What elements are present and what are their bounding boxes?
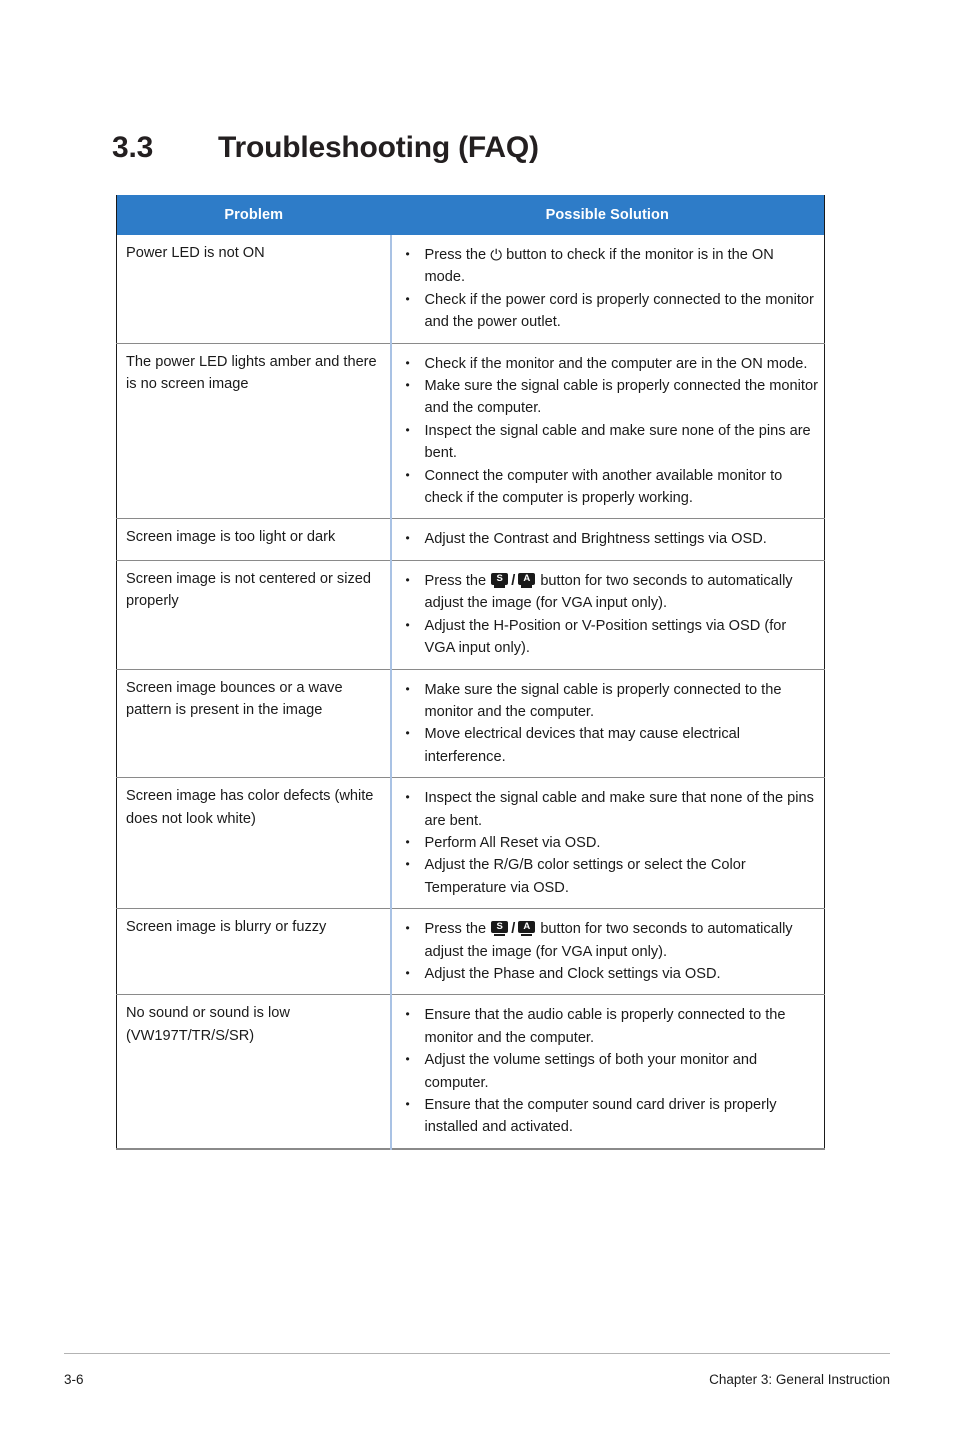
- solution-item: Ensure that the computer sound card driv…: [400, 1093, 819, 1139]
- select-button-icon-label: S: [491, 921, 509, 934]
- solution-text: Adjust the Phase and Clock settings via …: [424, 965, 721, 982]
- solution-list: Adjust the Contrast and Brightness setti…: [400, 527, 819, 550]
- solution-cell: Inspect the signal cable and make sure t…: [389, 777, 825, 909]
- solution-cell: Press the ⏻ button to check if the monit…: [389, 235, 825, 344]
- solution-item: Adjust the volume settings of both your …: [400, 1048, 819, 1094]
- solution-item: Adjust the Contrast and Brightness setti…: [400, 527, 819, 550]
- table-row: Screen image is not centered or sized pr…: [116, 560, 825, 669]
- solution-item: Inspect the signal cable and make sure n…: [400, 419, 819, 465]
- column-header-solution: Possible Solution: [390, 195, 825, 235]
- problem-cell: Screen image is not centered or sized pr…: [126, 570, 371, 610]
- problem-cell: Screen image is blurry or fuzzy: [126, 919, 327, 936]
- solution-item: Connect the computer with another availa…: [400, 464, 819, 510]
- select-button-icon-base: [494, 933, 506, 937]
- solution-item: Move electrical devices that may cause e…: [400, 722, 819, 768]
- solution-item: Inspect the signal cable and make sure t…: [400, 786, 819, 832]
- solution-text: Ensure that the computer sound card driv…: [424, 1097, 777, 1136]
- solution-text: Press the: [424, 247, 491, 263]
- solution-text: Press the: [424, 572, 491, 589]
- solution-item: Make sure the signal cable is properly c…: [400, 678, 819, 724]
- solution-list: Ensure that the audio cable is properly …: [400, 1003, 819, 1139]
- solution-list: Inspect the signal cable and make sure t…: [400, 786, 819, 899]
- solution-text: Adjust the H-Position or V-Position sett…: [424, 617, 787, 657]
- table-body: Power LED is not ON Press the ⏻ button to…: [116, 235, 825, 1149]
- problem-cell: Screen image is too light or dark: [126, 529, 336, 546]
- solution-list: Press the S/A button for two seconds to …: [400, 917, 819, 985]
- solution-item: Press the S/A button for two seconds to …: [400, 917, 819, 963]
- solution-item: Check if the monitor and the computer ar…: [400, 352, 819, 375]
- table-row: Screen image is too light or dark Adjust …: [116, 518, 825, 561]
- solution-item: Adjust the R/G/B color settings or selec…: [400, 853, 819, 899]
- auto-button-icon-base: [521, 933, 533, 937]
- solution-item: Adjust the H-Position or V-Position sett…: [400, 614, 819, 660]
- solution-item: Make sure the signal cable is properly c…: [400, 374, 819, 420]
- solution-list: Press the S/A button for two seconds to …: [400, 569, 819, 660]
- solution-list: Check if the monitor and the computer ar…: [400, 352, 819, 510]
- footer-page-number: 3-6: [64, 1372, 84, 1387]
- problem-cell: Screen image bounces or a wave pattern i…: [126, 679, 343, 718]
- auto-button-icon-label: A: [518, 921, 536, 934]
- footer-chapter: Chapter 3: General Instruction: [709, 1372, 890, 1387]
- solution-cell: Make sure the signal cable is properly c…: [389, 669, 825, 778]
- problem-cell: No sound or sound is low (VW197T/TR/S/SR…: [126, 1005, 290, 1044]
- slash-separator: /: [511, 572, 516, 589]
- auto-button-icon: A: [518, 921, 536, 937]
- solution-text: Check if the monitor and the computer ar…: [424, 355, 808, 372]
- solution-item: Ensure that the audio cable is properly …: [400, 1003, 819, 1049]
- auto-button-icon-base: [521, 585, 533, 588]
- solution-text: Perform All Reset via OSD.: [424, 834, 601, 851]
- table-row: No sound or sound is low (VW197T/TR/S/SR…: [116, 994, 825, 1149]
- power-icon: ⏻: [490, 246, 503, 264]
- footer-divider: [64, 1353, 890, 1354]
- table-row: Screen image bounces or a wave pattern i…: [116, 669, 825, 778]
- column-header-problem: Problem: [116, 195, 391, 235]
- solution-text: Move electrical devices that may cause e…: [424, 726, 741, 765]
- slash-separator: /: [511, 921, 516, 938]
- section-number: 3.3: [112, 131, 154, 165]
- auto-button-icon-label: A: [518, 572, 536, 585]
- solution-text: Adjust the volume settings of both your …: [424, 1052, 758, 1091]
- solution-item: Adjust the Phase and Clock settings via …: [400, 962, 819, 985]
- troubleshooting-table: Problem Possible Solution Power LED is n…: [116, 195, 825, 1150]
- page-footer: 3-6 Chapter 3: General Instruction: [64, 1372, 890, 1387]
- select-button-icon: S: [491, 572, 509, 588]
- page-title: 3.3 Troubleshooting (FAQ): [112, 131, 852, 165]
- solution-list: Make sure the signal cable is properly c…: [400, 678, 819, 769]
- solution-text: Ensure that the audio cable is properly …: [424, 1007, 786, 1046]
- solution-item: Press the S/A button for two seconds to …: [400, 569, 819, 615]
- solution-cell: Press the S/A button for two seconds to …: [389, 908, 825, 995]
- problem-cell: The power LED lights amber and there is …: [126, 353, 377, 393]
- solution-cell: Check if the monitor and the computer ar…: [389, 343, 825, 519]
- table-header-row: Problem Possible Solution: [116, 195, 825, 235]
- solution-cell: Adjust the Contrast and Brightness setti…: [389, 518, 825, 561]
- solution-text: Connect the computer with another availa…: [424, 467, 783, 507]
- section-title: Troubleshooting (FAQ): [218, 131, 539, 165]
- solution-item: Perform All Reset via OSD.: [400, 831, 819, 854]
- solution-text: Inspect the signal cable and make sure n…: [424, 422, 811, 462]
- solution-list: Press the ⏻ button to check if the monit…: [400, 243, 819, 334]
- solution-cell: Ensure that the audio cable is properly …: [389, 994, 825, 1149]
- select-button-icon: S: [491, 921, 509, 937]
- select-button-icon-label: S: [491, 572, 509, 585]
- solution-text: Check if the power cord is properly conn…: [424, 291, 814, 331]
- solution-text: Make sure the signal cable is properly c…: [424, 378, 818, 417]
- solution-cell: Press the S/A button for two seconds to …: [389, 560, 825, 669]
- table-row: The power LED lights amber and there is …: [116, 343, 825, 519]
- table-row: Screen image is blurry or fuzzy Press the…: [116, 908, 825, 995]
- table-row: Screen image has color defects (white do…: [116, 777, 825, 909]
- solution-text: Adjust the R/G/B color settings or selec…: [424, 857, 746, 896]
- select-button-icon-base: [494, 585, 506, 588]
- solution-text: Adjust the Contrast and Brightness setti…: [424, 531, 767, 548]
- solution-text: Inspect the signal cable and make sure t…: [424, 790, 814, 829]
- solution-text: Press the: [424, 921, 491, 938]
- solution-text: Make sure the signal cable is properly c…: [424, 681, 782, 720]
- table-row: Power LED is not ON Press the ⏻ button to…: [116, 235, 825, 344]
- auto-button-icon: A: [518, 572, 536, 588]
- solution-item: Check if the power cord is properly conn…: [400, 288, 819, 334]
- problem-cell: Screen image has color defects (white do…: [126, 788, 374, 827]
- solution-item: Press the ⏻ button to check if the monit…: [400, 243, 819, 289]
- problem-cell: Power LED is not ON: [126, 245, 265, 261]
- table-header: Problem Possible Solution: [116, 195, 825, 235]
